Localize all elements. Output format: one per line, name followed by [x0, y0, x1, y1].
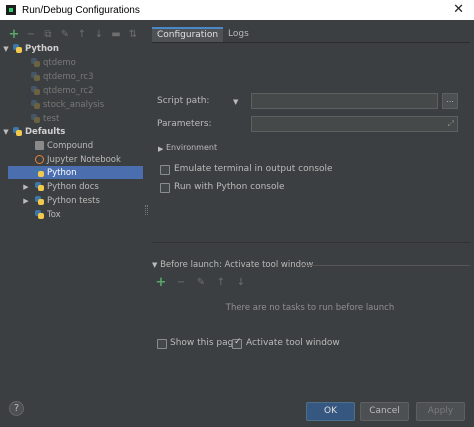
- tree-item-label: test: [43, 113, 60, 124]
- config-toolbar: + − ⧉ ✎ ↑ ↓ ▬ ⇅: [8, 27, 139, 42]
- python-icon: [31, 72, 40, 81]
- config-tree: ▼ Python qtdemo qtdemo_rc3 qtdemo_rc2 st…: [0, 42, 145, 387]
- cancel-button[interactable]: Cancel: [360, 402, 409, 421]
- before-launch-header[interactable]: Before launch: Activate tool window: [160, 260, 313, 270]
- move-down-icon[interactable]: ↓: [235, 276, 247, 288]
- tree-item[interactable]: qtdemo_rc2: [0, 84, 145, 97]
- tree-item-label: qtdemo_rc2: [43, 85, 94, 96]
- tree-group-defaults[interactable]: ▼ Defaults: [0, 125, 145, 138]
- tab-logs[interactable]: Logs: [223, 27, 254, 42]
- tab-configuration[interactable]: Configuration: [152, 27, 224, 42]
- python-icon: [31, 100, 40, 109]
- browse-button[interactable]: ...: [442, 93, 458, 109]
- show-page-checkbox[interactable]: [157, 339, 167, 349]
- expand-arrow-icon[interactable]: ▶: [22, 183, 30, 191]
- activate-tool-label[interactable]: Activate tool window: [246, 338, 340, 348]
- parameters-input[interactable]: ⤢: [251, 116, 458, 132]
- help-button[interactable]: ?: [9, 401, 24, 416]
- expand-arrow-icon[interactable]: ▼: [2, 128, 10, 136]
- add-task-icon[interactable]: +: [155, 275, 167, 290]
- run-console-checkbox[interactable]: [160, 183, 170, 193]
- configuration-panel: Script path: ▼ ... Parameters: ⤢ ▶ Envir…: [152, 43, 470, 243]
- tree-item[interactable]: stock_analysis: [0, 98, 145, 111]
- python-icon: [35, 196, 44, 205]
- tab-bar: Configuration Logs: [152, 27, 254, 42]
- remove-icon[interactable]: −: [25, 28, 37, 40]
- python-icon: [35, 168, 44, 177]
- before-launch-toolbar: + − ✎ ↑ ↓: [155, 275, 247, 290]
- tree-item[interactable]: Compound: [0, 139, 145, 152]
- script-path-label[interactable]: Script path:: [157, 96, 209, 106]
- empty-tasks-text: There are no tasks to run before launch: [225, 303, 395, 313]
- tree-item[interactable]: test: [0, 112, 145, 125]
- tree-item-label: stock_analysis: [43, 99, 105, 110]
- move-down-icon[interactable]: ↓: [93, 28, 105, 40]
- emulate-terminal-checkbox[interactable]: [160, 165, 170, 175]
- before-launch-task-list[interactable]: There are no tasks to run before launch: [151, 290, 469, 326]
- tree-item[interactable]: Jupyter Notebook: [0, 153, 145, 166]
- tree-item[interactable]: qtdemo: [0, 56, 145, 69]
- tree-group-label: Defaults: [25, 126, 66, 137]
- tree-item-label: qtdemo: [43, 57, 76, 68]
- python-icon: [35, 182, 44, 191]
- apply-button[interactable]: Apply: [416, 402, 465, 421]
- expand-arrow-icon[interactable]: ▼: [2, 45, 10, 53]
- activate-tool-checkbox[interactable]: [232, 337, 242, 349]
- app-icon: [6, 5, 16, 15]
- tree-item-label: Python tests: [47, 195, 100, 206]
- python-icon: [35, 210, 44, 219]
- show-page-label[interactable]: Show this page: [170, 338, 239, 348]
- separator: [300, 265, 470, 266]
- move-up-icon[interactable]: ↑: [215, 276, 227, 288]
- folder-icon[interactable]: ▬: [110, 28, 122, 40]
- parameters-label: Parameters:: [157, 119, 212, 129]
- python-icon: [31, 114, 40, 123]
- compound-icon: [35, 141, 44, 150]
- environment-toggle[interactable]: Environment: [166, 143, 217, 152]
- add-icon[interactable]: +: [8, 27, 20, 42]
- window-title: Run/Debug Configurations: [22, 4, 140, 16]
- tree-group-label: Python: [25, 43, 59, 54]
- tree-item[interactable]: ▶ Python tests: [0, 194, 145, 207]
- copy-icon[interactable]: ⧉: [42, 28, 54, 40]
- tree-item-label: Compound: [47, 140, 94, 151]
- environment-arrow-icon[interactable]: ▶: [158, 145, 163, 153]
- expand-arrow-icon[interactable]: ▶: [22, 197, 30, 205]
- tree-item-label: Jupyter Notebook: [47, 154, 121, 165]
- expand-icon[interactable]: ⤢: [448, 119, 454, 129]
- title-bar: Run/Debug Configurations ✕: [0, 0, 474, 20]
- python-icon: [31, 86, 40, 95]
- python-icon: [13, 127, 22, 136]
- tree-group-python[interactable]: ▼ Python: [0, 42, 145, 55]
- run-console-label[interactable]: Run with Python console: [174, 182, 285, 192]
- move-up-icon[interactable]: ↑: [76, 28, 88, 40]
- remove-task-icon[interactable]: −: [175, 276, 187, 288]
- edit-icon[interactable]: ✎: [59, 28, 71, 40]
- close-icon[interactable]: ✕: [453, 2, 464, 17]
- python-icon: [31, 58, 40, 67]
- collapse-arrow-icon[interactable]: ▼: [152, 261, 157, 269]
- tree-item-label: Tox: [47, 209, 61, 220]
- tree-item-selected[interactable]: Python: [8, 166, 143, 179]
- edit-task-icon[interactable]: ✎: [195, 276, 207, 288]
- tree-item-label: Python: [47, 167, 77, 178]
- ok-button[interactable]: OK: [306, 402, 355, 421]
- dropdown-arrow-icon[interactable]: ▼: [233, 98, 238, 106]
- python-icon: [13, 44, 22, 53]
- script-path-input[interactable]: [251, 93, 438, 109]
- jupyter-icon: [35, 155, 44, 164]
- tree-item-label: qtdemo_rc3: [43, 71, 94, 82]
- tree-item[interactable]: qtdemo_rc3: [0, 70, 145, 83]
- emulate-terminal-label[interactable]: Emulate terminal in output console: [174, 164, 333, 174]
- sort-icon[interactable]: ⇅: [127, 28, 139, 40]
- tree-item-label: Python docs: [47, 181, 99, 192]
- tree-item[interactable]: Tox: [0, 208, 145, 221]
- tree-item[interactable]: ▶ Python docs: [0, 180, 145, 193]
- panel-splitter[interactable]: [145, 205, 148, 215]
